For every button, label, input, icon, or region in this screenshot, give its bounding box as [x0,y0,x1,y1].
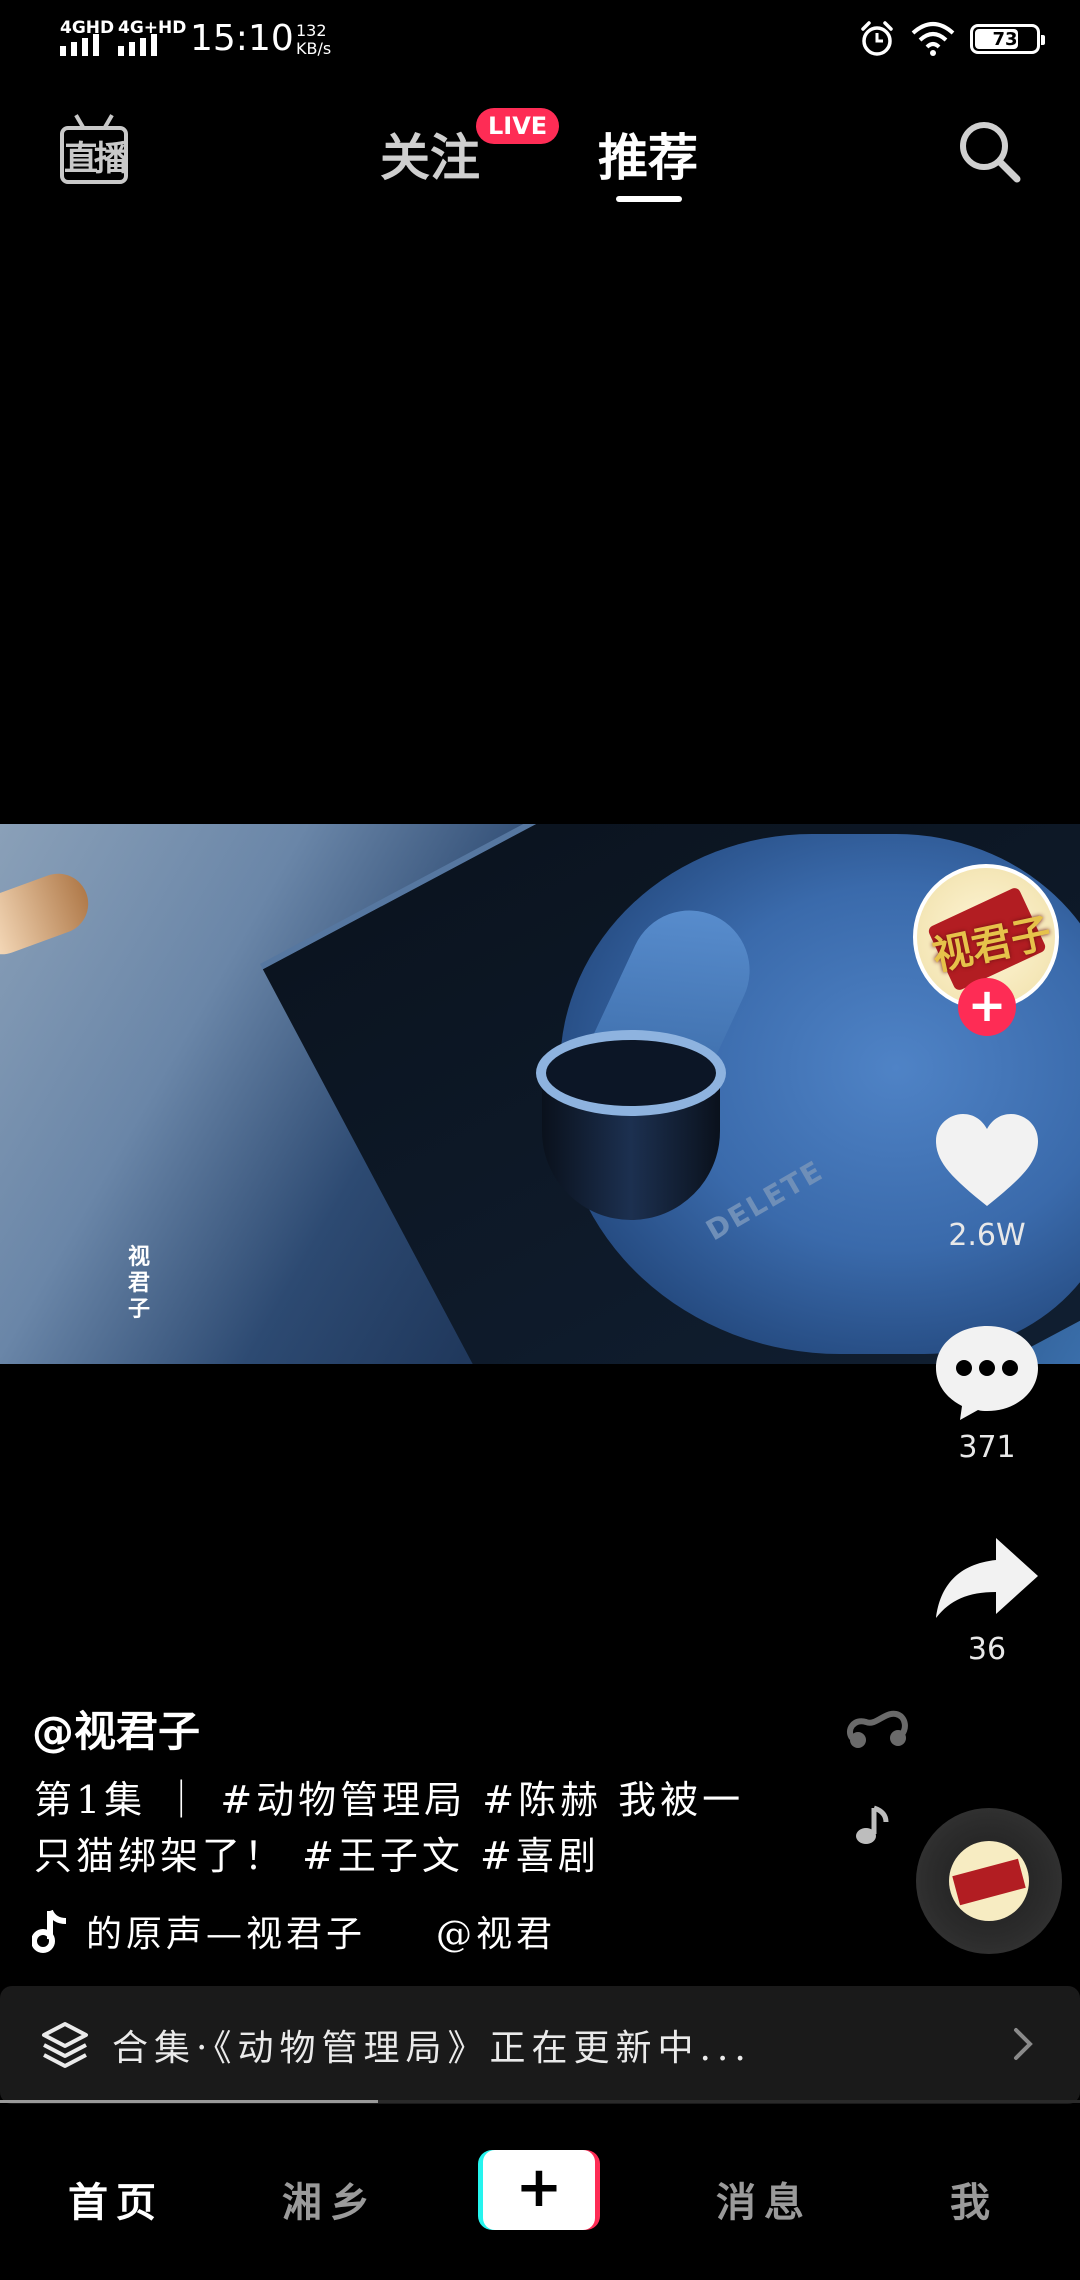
music-mention: @视君 [436,1914,557,1955]
signal-bars-1-icon [60,34,99,56]
top-navigation: 直播 关注 LIVE 推荐 [0,100,1080,202]
heart-icon [936,1114,1038,1206]
clock: 15:10 [190,18,294,59]
live-badge: LIVE [476,108,560,144]
alarm-icon [861,21,893,56]
music-disc-label [949,1841,1029,1921]
playback-progress-fill [0,2100,378,2103]
bottom-navigation: 首页 湘乡 + 消息 我 [0,2128,1080,2258]
live-entry-label: 直播 [60,126,128,184]
battery-level: 73 [992,28,1018,50]
like-button[interactable]: 2.6W [912,1112,1062,1253]
wifi-icon [911,22,955,56]
live-entry-button[interactable]: 直播 [60,114,130,184]
video-knob [536,1030,726,1230]
status-bar: 4GHD 4G+HD 15:10 132 KB/s 73 [0,0,1080,80]
video-watermark: 视君子 [128,1244,151,1322]
video-player[interactable]: DELETE 视君子 [0,824,1080,1364]
nav-home[interactable]: 首页 [68,2170,164,2228]
comment-button[interactable]: 371 [912,1322,1062,1465]
nav-local[interactable]: 湘乡 [282,2170,378,2228]
collection-text: 合集·《动物管理局》正在更新中... [112,2028,752,2069]
video-light-glare [0,865,97,963]
author-name[interactable]: @视君子 [32,1698,200,1759]
tab-follow[interactable]: 关注 [380,118,480,190]
comment-count: 371 [958,1430,1016,1465]
network-speed: 132 KB/s [296,22,331,58]
nav-me[interactable]: 我 [950,2170,998,2228]
share-icon [936,1538,1038,1618]
share-button[interactable]: 36 [912,1534,1062,1667]
floating-music-note-small-icon [856,1805,889,1844]
floating-music-note-icon [846,1710,908,1748]
music-info[interactable]: 的原声—视君子 @视君 [32,1906,556,1956]
search-icon[interactable] [954,116,1024,186]
comment-icon [936,1326,1038,1420]
music-disc[interactable] [916,1808,1062,1954]
layers-icon [42,2022,88,2068]
create-plus-icon: + [483,2150,595,2230]
avatar-text: 视君子 [928,908,1056,980]
active-tab-indicator [616,196,682,202]
battery-indicator: 73 [970,24,1045,54]
network-speed-unit: KB/s [296,39,332,58]
tab-recommend[interactable]: 推荐 [598,118,698,190]
music-title: 的原声—视君子 [86,1914,367,1955]
video-description[interactable]: 第1集 ｜ #动物管理局 #陈赫 我被一只猫绑架了！ #王子文 #喜剧 [34,1772,774,1884]
nav-messages[interactable]: 消息 [716,2170,812,2228]
share-count: 36 [967,1632,1007,1667]
like-count: 2.6W [948,1218,1026,1253]
signal-bars-2-icon [118,34,157,56]
tiktok-note-icon [32,1909,67,1953]
follow-button[interactable]: + [958,978,1016,1036]
chevron-right-icon [1014,2028,1033,2060]
network-speed-value: 132 [296,21,327,40]
create-button[interactable]: + [478,2150,600,2230]
playback-progress[interactable] [0,2100,1080,2103]
collection-bar[interactable]: 合集·《动物管理局》正在更新中... [0,1986,1080,2104]
